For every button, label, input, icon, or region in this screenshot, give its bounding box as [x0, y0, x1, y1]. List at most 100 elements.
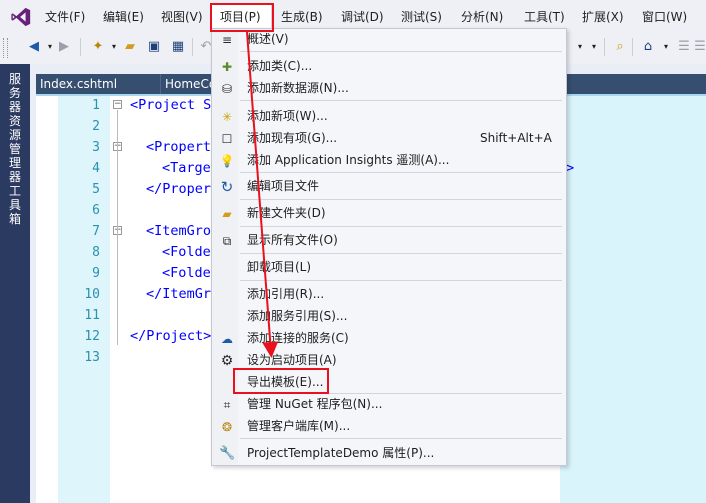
edit-project-icon: ↻: [220, 178, 234, 196]
wrench-icon: 🔧: [219, 446, 236, 461]
menu-item-add-class[interactable]: 添加类(C)...: [247, 56, 312, 76]
highlight-box-export-template: [233, 368, 329, 394]
menu-item-add-new-item[interactable]: 添加新项(W)...: [247, 106, 328, 126]
menu-analyze[interactable]: 分析(N): [461, 8, 503, 26]
menu-file[interactable]: 文件(F): [45, 8, 85, 26]
fold-guide: [117, 110, 118, 345]
menu-item-app-insights[interactable]: 添加 Application Insights 遥测(A)...: [247, 150, 449, 170]
toolbar-separator: [192, 38, 193, 56]
visual-studio-logo-icon: [11, 7, 31, 27]
menu-separator: [240, 172, 562, 173]
menu-separator: [240, 280, 562, 281]
client-library-icon: ❂: [221, 420, 233, 434]
toolbar-separator: [80, 38, 81, 56]
code-line: <Folde: [162, 265, 211, 281]
menu-item-new-folder[interactable]: 新建文件夹(D): [247, 203, 326, 223]
menu-separator: [240, 438, 562, 439]
menu-view[interactable]: 视图(V): [161, 8, 203, 26]
tab-index-cshtml[interactable]: Index.cshtml: [36, 74, 158, 94]
menu-build[interactable]: 生成(B): [281, 8, 323, 26]
code-line: <Folde: [162, 244, 211, 260]
line-number: 7: [92, 224, 100, 239]
forward-icon[interactable]: ▶: [56, 39, 72, 55]
code-line: <Propert: [146, 139, 212, 155]
line-number: 2: [92, 119, 100, 134]
home-icon[interactable]: ⌂: [640, 39, 656, 55]
menu-item-add-datasource[interactable]: 添加新数据源(N)...: [247, 78, 349, 98]
editor-selection-region: [560, 96, 706, 503]
save-icon[interactable]: ▣: [146, 39, 162, 55]
menu-separator: [240, 253, 562, 254]
toolbar-grip[interactable]: [3, 38, 8, 58]
add-datasource-icon: ⛁: [221, 82, 233, 96]
new-item-icon[interactable]: ✦: [90, 39, 106, 55]
toolbar-separator: [632, 38, 633, 56]
show-all-files-icon: ⧉: [222, 234, 232, 248]
code-line: <ItemGro: [146, 223, 212, 239]
add-new-item-icon: ✳: [221, 110, 233, 124]
code-line-end: >: [566, 160, 575, 176]
code-line: </Project>: [130, 328, 212, 344]
line-number: 3: [92, 140, 100, 155]
new-folder-icon: ▰: [222, 207, 232, 221]
highlight-box-project-menu: [210, 3, 274, 32]
menu-item-overview[interactable]: 概述(V): [247, 29, 289, 49]
menu-item-set-startup[interactable]: 设为启动项目(A): [247, 350, 337, 370]
menu-window[interactable]: 窗口(W): [642, 8, 687, 26]
line-number: 4: [92, 161, 100, 176]
app-insights-icon: 💡: [219, 154, 235, 168]
save-all-icon[interactable]: ▦: [170, 39, 186, 55]
code-line: </Proper: [146, 181, 212, 197]
menu-tools[interactable]: 工具(T): [524, 8, 565, 26]
line-number: 11: [84, 308, 100, 323]
menu-item-manage-nuget[interactable]: 管理 NuGet 程序包(N)...: [247, 394, 382, 414]
menu-separator: [240, 100, 562, 101]
dropdown-arrow-icon[interactable]: ▾: [586, 39, 602, 55]
menu-edit[interactable]: 编辑(E): [103, 8, 144, 26]
server-explorer-tab[interactable]: 服务器资源管理器: [6, 72, 24, 184]
line-number: 5: [92, 182, 100, 197]
line-number: 8: [92, 245, 100, 260]
menu-item-show-all-files[interactable]: 显示所有文件(O): [247, 230, 338, 250]
overview-icon: ≡: [221, 33, 233, 47]
add-existing-item-icon: ☐: [221, 132, 233, 146]
menu-separator: [240, 199, 562, 200]
code-line: </ItemGr: [146, 286, 212, 302]
nuget-icon: ⌗: [223, 398, 231, 412]
menu-item-project-properties[interactable]: ProjectTemplateDemo 属性(P)...: [247, 443, 434, 463]
menu-item-add-reference[interactable]: 添加引用(R)...: [247, 284, 324, 304]
code-line: <Project S: [130, 97, 212, 113]
line-number: 1: [92, 98, 100, 113]
code-line: <Targe: [162, 160, 211, 176]
menu-extensions[interactable]: 扩展(X): [582, 8, 624, 26]
find-in-files-icon[interactable]: ⌕: [612, 39, 628, 55]
connected-service-icon: ☁: [221, 332, 233, 346]
shortcut-add-existing-item: Shift+Alt+A: [480, 131, 552, 145]
dropdown-arrow-icon[interactable]: ▾: [106, 39, 122, 55]
open-folder-icon[interactable]: ▰: [122, 39, 138, 55]
align-icon[interactable]: ☰: [692, 39, 706, 55]
menu-item-unload-project[interactable]: 卸载项目(L): [247, 257, 311, 277]
menu-item-add-service-reference[interactable]: 添加服务引用(S)...: [247, 306, 347, 326]
toolbar-separator: [604, 38, 605, 56]
fold-toggle[interactable]: −: [113, 100, 122, 109]
menu-test[interactable]: 测试(S): [401, 8, 442, 26]
gear-icon: ⚙: [220, 353, 234, 369]
line-number: 9: [92, 266, 100, 281]
menu-item-add-existing-item[interactable]: 添加现有项(G)...: [247, 128, 337, 148]
menu-item-add-connected-service[interactable]: 添加连接的服务(C): [247, 328, 349, 348]
menu-separator: [240, 226, 562, 227]
line-number: 6: [92, 203, 100, 218]
back-icon[interactable]: ◀: [26, 39, 42, 55]
line-number: 12: [84, 329, 100, 344]
menu-debug[interactable]: 调试(D): [341, 8, 384, 26]
menu-item-manage-client-libraries[interactable]: 管理客户端库(M)...: [247, 416, 350, 436]
line-number: 10: [84, 287, 100, 302]
toolbox-tab[interactable]: 工具箱: [6, 184, 24, 226]
menu-separator: [240, 51, 562, 52]
add-class-icon: ✚: [221, 60, 233, 74]
left-tool-strip: 服务器资源管理器 工具箱: [0, 64, 30, 503]
dropdown-arrow-icon[interactable]: ▾: [658, 39, 674, 55]
menu-item-edit-project[interactable]: 编辑项目文件: [247, 176, 319, 196]
align-icon[interactable]: ☰: [676, 39, 692, 55]
